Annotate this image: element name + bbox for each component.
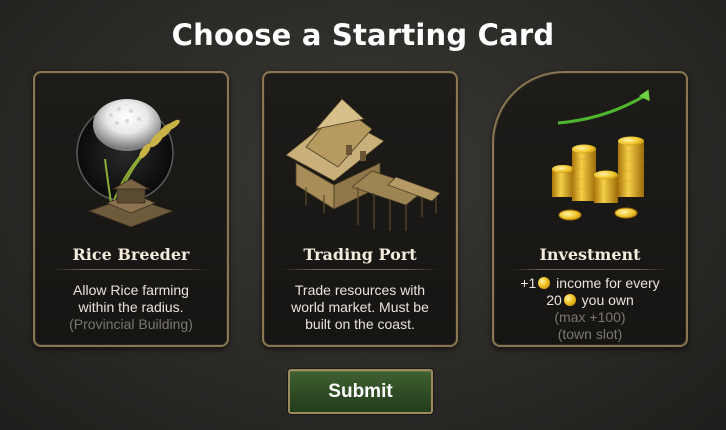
- coin-threshold: 20: [546, 292, 562, 308]
- description-line: within the radius.: [78, 299, 184, 315]
- description-line: Allow Rice farming: [73, 282, 189, 298]
- income-amount: +1: [520, 275, 537, 291]
- card-description: Trade resources with world market. Must …: [272, 282, 448, 333]
- card-divider: [512, 269, 668, 270]
- description-line: +1 income for every: [502, 275, 678, 292]
- trading-port-icon: [285, 98, 441, 231]
- card-description: Allow Rice farming within the radius. (P…: [43, 282, 219, 333]
- card-title: Rice Breeder: [72, 245, 190, 264]
- slot-note: (town slot): [557, 326, 623, 342]
- card-investment[interactable]: Investment +1 income for every 20 you ow…: [492, 71, 688, 347]
- max-note: (max +100): [554, 309, 626, 325]
- card-rice-breeder[interactable]: Rice Breeder Allow Rice farming within t…: [33, 71, 229, 347]
- income-text: income for every: [552, 275, 660, 291]
- card-divider: [282, 269, 438, 270]
- gold-coin-icon: [563, 294, 576, 306]
- card-description: +1 income for every 20 you own (max +100…: [502, 275, 678, 343]
- gold-coins-icon: [552, 89, 650, 221]
- gold-coin-icon: [538, 277, 551, 289]
- rice-farm-icon: [76, 99, 180, 228]
- building-type-note: (Provincial Building): [69, 316, 193, 332]
- card-divider: [53, 269, 209, 270]
- ownership-text: you own: [577, 292, 634, 308]
- submit-button[interactable]: Submit: [288, 369, 433, 414]
- card-trading-port[interactable]: Trading Port Trade resources with world …: [262, 71, 458, 347]
- description-line: world market. Must be: [291, 299, 429, 315]
- dialog-title: Choose a Starting Card: [171, 18, 555, 52]
- description-line: 20 you own: [502, 292, 678, 309]
- card-title: Trading Port: [303, 245, 417, 264]
- description-line: Trade resources with: [294, 282, 426, 298]
- description-line: built on the coast.: [305, 316, 415, 332]
- card-title: Investment: [539, 245, 641, 264]
